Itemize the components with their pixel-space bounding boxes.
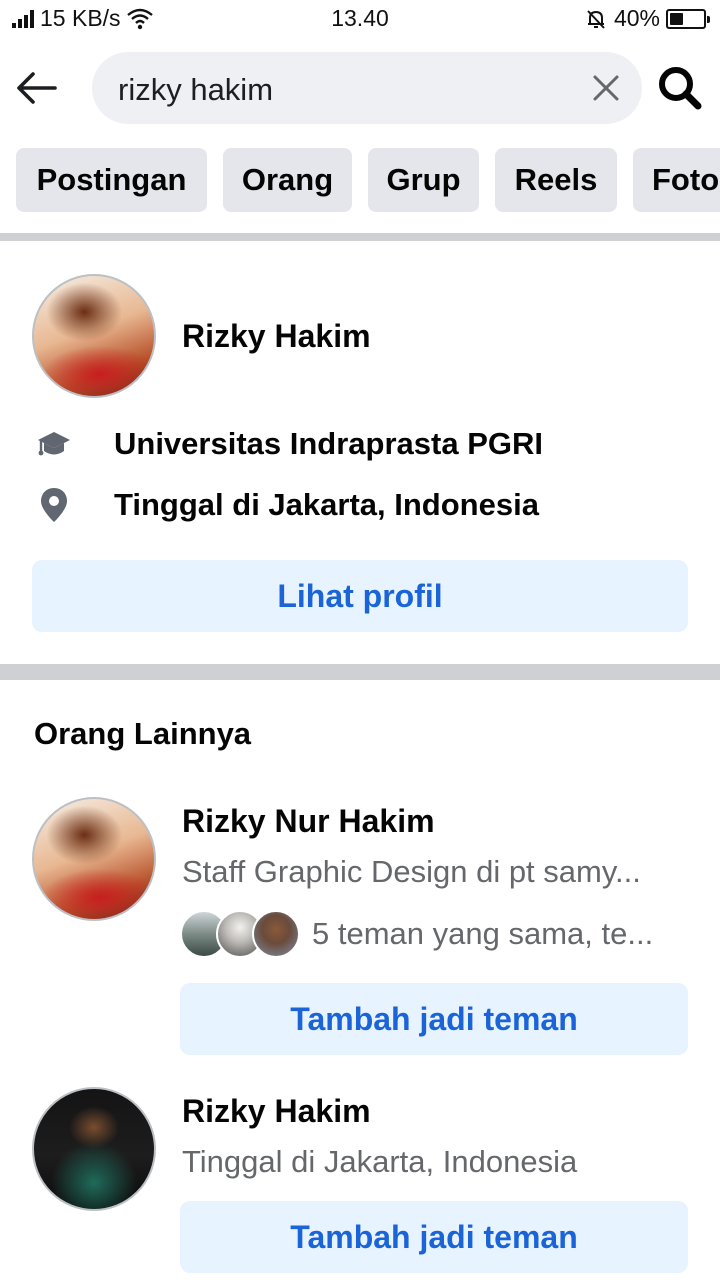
mutual-friend-avatar <box>252 910 300 958</box>
mutual-friends-text[interactable]: 5 teman yang sama, te... <box>312 916 653 952</box>
education-row: Universitas Indraprasta PGRI <box>36 426 543 462</box>
tab-grup[interactable]: Grup <box>368 148 479 212</box>
search-icon <box>659 67 702 110</box>
location-row: Tinggal di Jakarta, Indonesia <box>36 487 539 523</box>
section-divider <box>0 664 720 680</box>
status-bar: 15 KB/s 13.40 40% <box>0 0 720 38</box>
person-subtitle: Tinggal di Jakarta, Indonesia <box>182 1144 578 1179</box>
mutual-friends-avatars <box>180 910 300 960</box>
tab-reels[interactable]: Reels <box>495 148 617 212</box>
status-right: 40% <box>584 5 710 32</box>
arrow-left-icon <box>17 72 57 104</box>
search-input[interactable]: rizky hakim <box>118 72 273 108</box>
tab-orang[interactable]: Orang <box>223 148 352 212</box>
section-divider <box>0 233 720 241</box>
battery-fill <box>670 12 683 25</box>
battery-icon <box>666 8 710 29</box>
view-profile-button[interactable]: Lihat profil <box>32 560 688 632</box>
bell-muted-icon <box>587 9 605 29</box>
location-pin-icon <box>36 487 72 523</box>
search-button[interactable] <box>656 64 704 112</box>
section-title: Orang Lainnya <box>34 716 252 751</box>
clear-search-button[interactable] <box>590 72 622 104</box>
location-text: Tinggal di Jakarta, Indonesia <box>114 487 539 522</box>
battery-percent: 40% <box>613 5 660 31</box>
profile-name[interactable]: Rizky Hakim <box>182 318 371 355</box>
search-box[interactable]: rizky hakim <box>92 52 642 124</box>
close-icon <box>593 75 619 101</box>
avatar[interactable] <box>32 1087 156 1211</box>
add-friend-button[interactable]: Tambah jadi teman <box>180 983 688 1055</box>
graduation-cap-icon <box>36 426 72 462</box>
avatar[interactable] <box>32 797 156 921</box>
back-button[interactable] <box>14 66 58 110</box>
person-subtitle: Staff Graphic Design di pt samy... <box>182 854 641 889</box>
education-text: Universitas Indraprasta PGRI <box>114 426 543 461</box>
add-friend-button[interactable]: Tambah jadi teman <box>180 1201 688 1273</box>
person-name[interactable]: Rizky Nur Hakim <box>182 803 435 840</box>
avatar[interactable] <box>32 274 156 398</box>
person-name[interactable]: Rizky Hakim <box>182 1093 371 1130</box>
tab-postingan[interactable]: Postingan <box>16 148 207 212</box>
filter-tabs: Postingan Orang Grup Reels Foto <box>0 148 720 212</box>
tab-foto[interactable]: Foto <box>633 148 720 212</box>
